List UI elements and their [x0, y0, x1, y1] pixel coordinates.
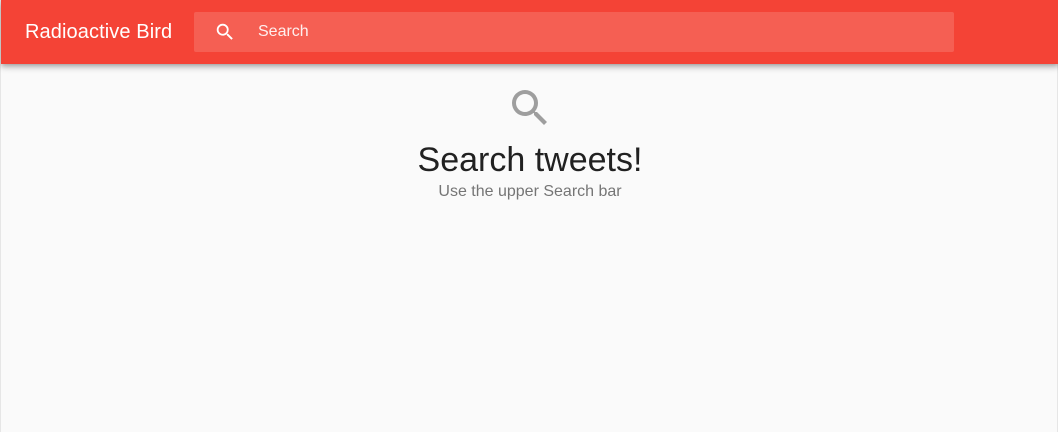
- search-input[interactable]: [258, 12, 938, 52]
- empty-state: Search tweets! Use the upper Search bar: [1, 84, 1058, 202]
- app-title: Radioactive Bird: [25, 21, 173, 43]
- empty-state-title: Search tweets!: [417, 141, 643, 179]
- app-bar: Radioactive Bird: [1, 0, 1058, 64]
- empty-state-subtitle: Use the upper Search bar: [438, 183, 622, 200]
- search-icon: [214, 21, 236, 43]
- app-root: Radioactive Bird Search tweets! Use the …: [0, 0, 1058, 432]
- search-bar[interactable]: [194, 12, 954, 52]
- search-icon: [1, 84, 1058, 132]
